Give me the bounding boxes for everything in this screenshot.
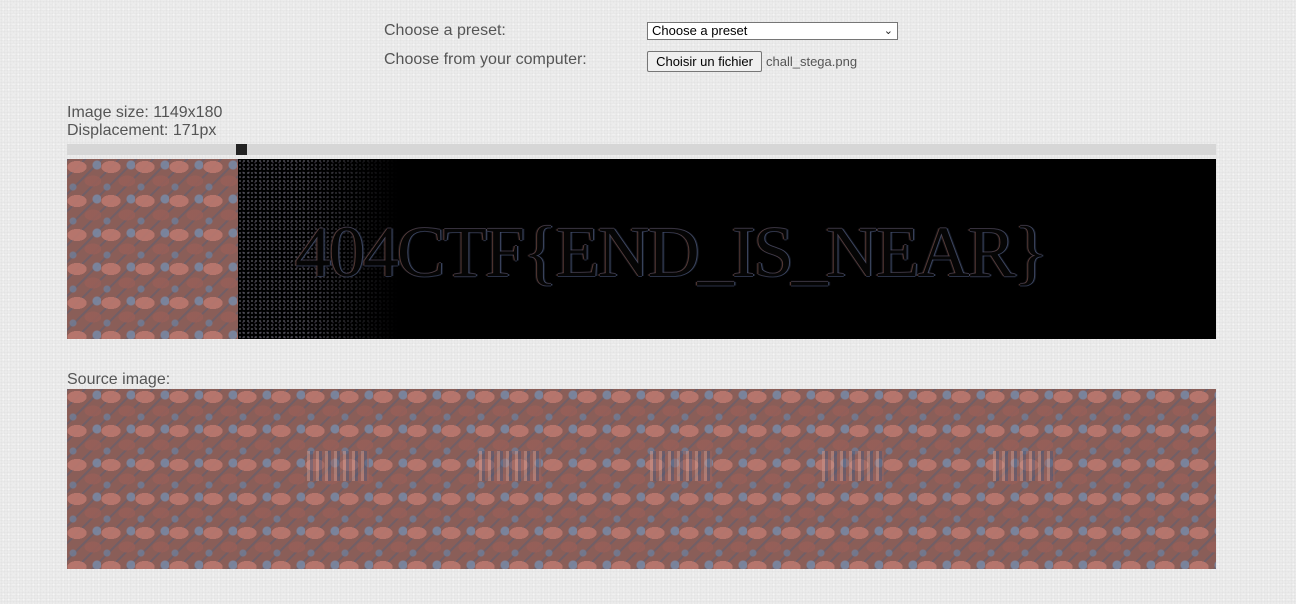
stereogram-texture-strip	[67, 159, 238, 339]
source-pattern-strip	[993, 451, 1055, 481]
file-name: chall_stega.png	[766, 54, 858, 69]
hidden-flag-text: 404CTF{END_IS_NEAR}	[295, 212, 1048, 292]
chevron-down-icon: ⌄	[883, 25, 893, 37]
source-pattern-strip	[822, 451, 884, 481]
image-info: Image size: 1149x180 Displacement: 171px	[67, 104, 222, 140]
source-pattern-strip	[307, 451, 369, 481]
choose-file-button[interactable]: Choisir un fichier	[647, 51, 762, 72]
decoded-stereogram: 404CTF{END_IS_NEAR}	[67, 159, 1216, 339]
source-image-label: Source image:	[67, 371, 171, 388]
image-size-text: Image size: 1149x180	[67, 104, 223, 121]
source-pattern-strip	[650, 451, 712, 481]
preset-select[interactable]: Choose a preset ⌄	[647, 22, 898, 40]
displacement-slider-thumb[interactable]	[236, 144, 247, 155]
preset-label: Choose a preset:	[384, 22, 506, 39]
source-pattern-strip	[479, 451, 541, 481]
preset-select-value: Choose a preset	[652, 23, 748, 38]
displacement-text: Displacement: 171px	[67, 122, 217, 139]
file-label: Choose from your computer:	[384, 51, 587, 68]
source-image	[67, 389, 1216, 569]
